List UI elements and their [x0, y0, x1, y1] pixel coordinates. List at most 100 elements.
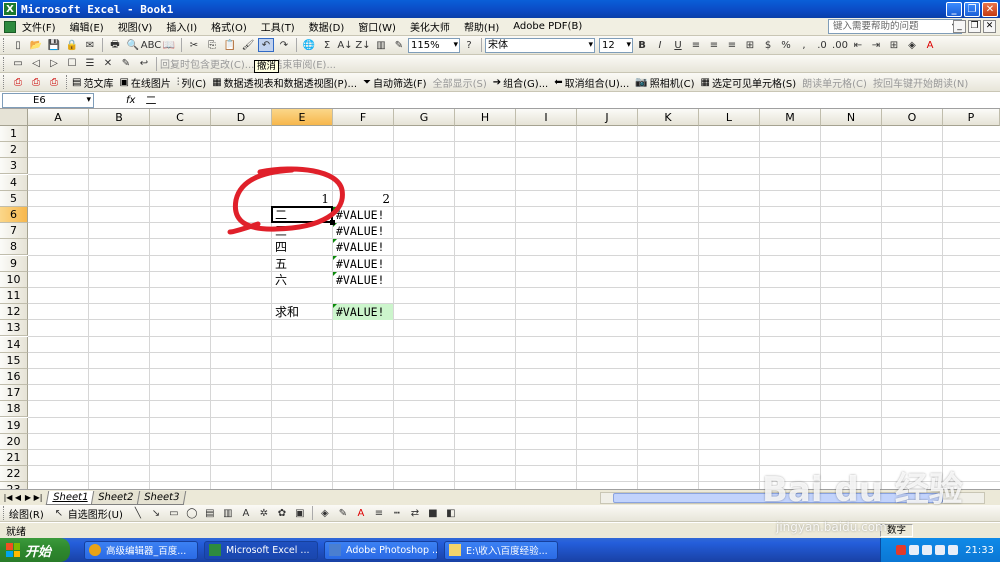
arrow-tray-icon[interactable] — [909, 545, 920, 555]
align-right-icon[interactable]: ≡ — [724, 38, 740, 52]
row-header-16[interactable]: 16 — [0, 369, 28, 385]
cell-e10[interactable]: 六 — [272, 272, 332, 288]
cell-f5[interactable]: 2 — [333, 191, 393, 207]
row-header-19[interactable]: 19 — [0, 417, 28, 434]
menu-help[interactable]: 帮助(H) — [464, 19, 499, 34]
row-header-9[interactable]: 9 — [0, 255, 28, 272]
vertical-textbox-icon[interactable]: ▥ — [220, 506, 236, 520]
column-header-k[interactable]: K — [638, 109, 699, 126]
error-indicator-triangle[interactable] — [333, 239, 337, 244]
row-header-6[interactable]: 6 — [0, 207, 28, 223]
menu-beautify[interactable]: 美化大师 — [410, 19, 450, 34]
italic-icon[interactable]: I — [652, 38, 668, 52]
column-header-d[interactable]: D — [211, 109, 272, 126]
row-header-22[interactable]: 22 — [0, 466, 28, 483]
diagram-icon[interactable]: ✲ — [256, 506, 272, 520]
email-icon[interactable]: ✉ — [82, 38, 98, 52]
cell-e7[interactable]: 三 — [272, 223, 332, 239]
error-indicator-triangle[interactable] — [333, 207, 337, 211]
security-icon[interactable] — [948, 545, 959, 555]
decrease-decimal-icon[interactable]: .00 — [832, 38, 848, 52]
column-header-i[interactable]: I — [516, 109, 577, 126]
column-button[interactable]: ⫶ 列(C) — [177, 75, 206, 90]
row-header-15[interactable]: 15 — [0, 352, 28, 369]
draw-menu-button[interactable]: 绘图(R) — [9, 506, 44, 521]
format-painter-icon[interactable]: 🖌 — [240, 38, 256, 52]
new-comment-icon[interactable]: ▭ — [10, 57, 26, 71]
group-button[interactable]: ➔ 组合(G)... — [493, 75, 548, 90]
increase-indent-icon[interactable]: ⇥ — [868, 38, 884, 52]
track-changes-icon[interactable]: ✎ — [118, 57, 134, 71]
print-preview-icon[interactable]: 🔍 — [125, 38, 141, 52]
menu-data[interactable]: 数据(D) — [309, 19, 345, 34]
menu-insert[interactable]: 插入(I) — [166, 19, 197, 34]
column-header-g[interactable]: G — [394, 109, 455, 126]
insert-function-icon[interactable]: fx — [126, 95, 135, 106]
spelling-icon[interactable]: ABC — [141, 38, 162, 52]
name-box[interactable]: E6 — [2, 92, 94, 108]
column-header-l[interactable]: L — [699, 109, 760, 126]
column-header-c[interactable]: C — [150, 109, 211, 126]
next-comment-icon[interactable]: ▷ — [46, 57, 62, 71]
undo-icon[interactable]: ↶ — [258, 38, 274, 52]
reply-with-changes-button[interactable]: 回复时包含更改(C)... — [160, 56, 254, 71]
sort-ascending-icon[interactable]: A↓ — [337, 38, 353, 52]
menu-adobe-pdf[interactable]: Adobe PDF(B) — [513, 21, 582, 32]
line-color-icon[interactable]: ✎ — [335, 506, 351, 520]
worksheet-grid[interactable]: A B C D E F G H I J K L M N O P 1 2 3 4 5 6 7 8 9 10 11 12 13 14 15 16 1… — [0, 109, 1000, 489]
autoshapes-menu-button[interactable]: 自选图形(U) — [68, 506, 123, 521]
end-review-button[interactable]: 结束审阅(E)... — [272, 56, 336, 71]
task-explorer[interactable]: E:\收入\百度经验... — [444, 540, 558, 560]
cell-e8[interactable]: 四 — [272, 239, 332, 255]
row-header-14[interactable]: 14 — [0, 336, 28, 353]
open-icon[interactable]: 📂 — [28, 38, 44, 52]
cell-f6[interactable]: #VALUE! — [333, 207, 393, 223]
oval-icon[interactable]: ◯ — [184, 506, 200, 520]
cell-e9[interactable]: 五 — [272, 256, 332, 272]
prev-comment-icon[interactable]: ◁ — [28, 57, 44, 71]
row-header-3[interactable]: 3 — [0, 158, 28, 175]
last-sheet-icon[interactable]: ▶| — [33, 493, 43, 502]
rectangle-icon[interactable]: ▭ — [166, 506, 182, 520]
menu-window[interactable]: 窗口(W) — [358, 19, 396, 34]
save-icon[interactable]: 💾 — [46, 38, 62, 52]
hyperlink-icon[interactable]: 🌐 — [301, 38, 317, 52]
select-all-corner[interactable] — [0, 109, 28, 126]
toolbar-grip[interactable] — [66, 75, 69, 89]
menu-edit[interactable]: 编辑(E) — [70, 19, 104, 34]
sheet-tab-sheet3[interactable]: Sheet3 — [136, 490, 187, 505]
shadow-icon[interactable]: ■ — [425, 506, 441, 520]
first-sheet-icon[interactable]: |◀ — [3, 493, 13, 502]
chart-wizard-icon[interactable]: ▥ — [373, 38, 389, 52]
row-header-1[interactable]: 1 — [0, 126, 28, 142]
column-header-h[interactable]: H — [455, 109, 516, 126]
close-button[interactable]: ✕ — [982, 1, 998, 17]
textbox-icon[interactable]: ▤ — [202, 506, 218, 520]
wordart-icon[interactable]: A — [238, 506, 254, 520]
font-size-select[interactable]: 12 — [599, 37, 633, 53]
column-header-j[interactable]: J — [577, 109, 638, 126]
toolbar-grip[interactable] — [3, 56, 6, 71]
prev-sheet-icon[interactable]: ◀ — [13, 493, 23, 502]
camera-button[interactable]: 📷 照相机(C) — [635, 75, 694, 90]
line-style-icon[interactable]: ≡ — [371, 506, 387, 520]
comma-icon[interactable]: , — [796, 38, 812, 52]
delete-comment-icon[interactable]: ✕ — [100, 57, 116, 71]
menu-view[interactable]: 视图(V) — [118, 19, 153, 34]
doc-minimize-button[interactable]: _ — [953, 20, 966, 33]
research-icon[interactable]: 📖 — [161, 38, 177, 52]
minimize-button[interactable]: _ — [946, 1, 962, 17]
network-icon[interactable] — [922, 545, 933, 555]
fill-color-icon[interactable]: ◈ — [317, 506, 333, 520]
row-header-18[interactable]: 18 — [0, 401, 28, 418]
row-header-12[interactable]: 12 — [0, 304, 28, 321]
select-objects-icon[interactable]: ↖ — [51, 506, 67, 520]
start-button[interactable]: 开始 — [0, 538, 70, 562]
3d-icon[interactable]: ◧ — [443, 506, 459, 520]
help-icon[interactable]: ? — [461, 38, 477, 52]
pivot-table-button[interactable]: ▦ 数据透视表和数据透视图(P)... — [212, 75, 357, 90]
column-header-n[interactable]: N — [821, 109, 882, 126]
dash-style-icon[interactable]: ┅ — [389, 506, 405, 520]
currency-icon[interactable]: $ — [760, 38, 776, 52]
sort-descending-icon[interactable]: Z↓ — [355, 38, 371, 52]
